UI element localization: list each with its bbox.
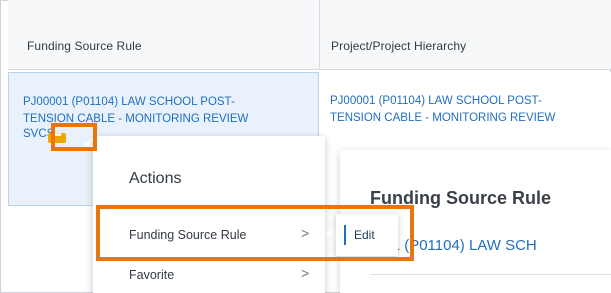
column-header-funding-source-rule[interactable]: Funding Source Rule bbox=[8, 0, 320, 70]
detail-panel-divider bbox=[370, 274, 611, 275]
column-header-project[interactable]: Project/Project Hierarchy bbox=[320, 0, 611, 70]
menu-item-label: Favorite bbox=[129, 268, 175, 282]
column-header-label: Project/Project Hierarchy bbox=[331, 39, 467, 53]
workday-grid-view: Funding Source Rule Project/Project Hier… bbox=[0, 0, 611, 293]
column-header-label: Funding Source Rule bbox=[27, 39, 142, 53]
funding-source-rule-line-1: PJ00001 (P01104) LAW SCHOOL POST- bbox=[23, 96, 235, 108]
project-link[interactable]: PJ00001 (P01104) LAW SCHOOL POST- TENSIO… bbox=[330, 93, 611, 127]
menu-item-favorite[interactable]: Favorite > bbox=[93, 260, 325, 290]
project-line-2: TENSION CABLE - MONITORING REVIEW bbox=[330, 112, 556, 124]
project-line-1: PJ00001 (P01104) LAW SCHOOL POST- bbox=[330, 95, 542, 107]
chevron-right-icon: > bbox=[301, 265, 310, 281]
actions-popup-title: Actions bbox=[129, 170, 182, 187]
highlight-related-actions bbox=[51, 123, 97, 151]
highlight-funding-source-rule-menu bbox=[96, 205, 414, 261]
